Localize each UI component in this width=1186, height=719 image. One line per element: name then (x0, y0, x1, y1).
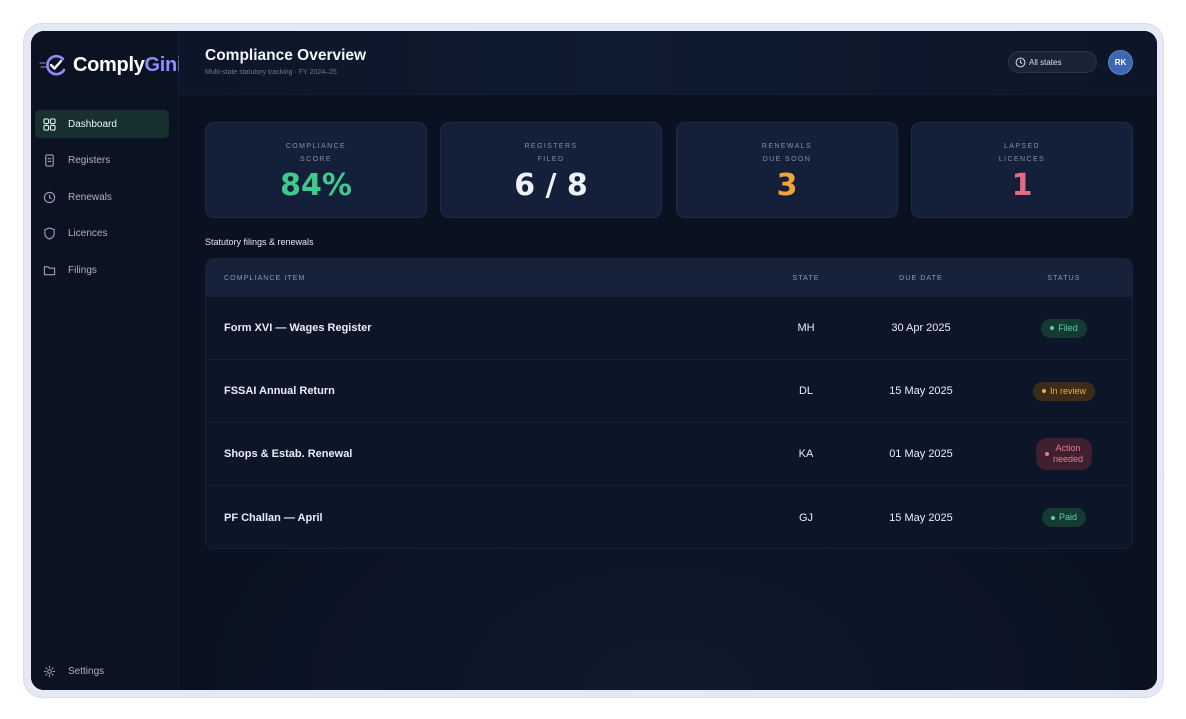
filings-table: COMPLIANCE ITEM STATE DUE DATE STATUS Fo… (205, 258, 1133, 549)
kpi-label: LAPSED LICENCES (998, 143, 1046, 163)
app-window: ComplyGini Dashboard Registers Renewals … (31, 31, 1157, 690)
status-badge: Paid (1041, 508, 1086, 527)
compliance-item: Form XVI — Wages Register (224, 322, 372, 334)
due-date: 15 May 2025 (889, 385, 953, 397)
kpi-value: 6 / 8 (514, 168, 588, 203)
section-title: Statutory filings & renewals (205, 237, 314, 247)
sidebar-item-settings[interactable]: Settings (43, 665, 104, 678)
sidebar-nav: Dashboard Registers Renewals Licences Fi… (35, 110, 169, 293)
status-badge: Action needed (1035, 438, 1093, 470)
avatar[interactable]: RK (1108, 50, 1133, 75)
table-row[interactable]: FSSAI Annual Return DL 15 May 2025 In re… (206, 360, 1132, 423)
column-header-state[interactable]: STATE (766, 275, 846, 282)
sidebar-item-label: Licences (68, 228, 108, 240)
compliance-item: Shops & Estab. Renewal (224, 448, 353, 460)
page-title: Compliance Overview (205, 47, 367, 64)
sidebar: ComplyGini Dashboard Registers Renewals … (31, 31, 183, 690)
kpi-value: 1 (1011, 168, 1033, 203)
table-row[interactable]: Shops & Estab. Renewal KA 01 May 2025 Ac… (206, 423, 1132, 486)
table-row[interactable]: Form XVI — Wages Register MH 30 Apr 2025… (206, 297, 1132, 360)
kpi-label: REGISTERS FILED (524, 143, 578, 163)
states-filter-label: All states (1029, 57, 1062, 67)
column-header-item[interactable]: COMPLIANCE ITEM (206, 275, 766, 282)
sidebar-item-filings[interactable]: Filings (35, 256, 169, 284)
settings-label: Settings (68, 666, 105, 677)
brand-name: ComplyGini (73, 53, 183, 76)
due-date: 01 May 2025 (889, 448, 953, 460)
kpi-value: 3 (776, 168, 798, 203)
table-row[interactable]: PF Challan — April GJ 15 May 2025 Paid (206, 486, 1132, 548)
sidebar-item-label: Registers (68, 155, 111, 167)
state-code: DL (798, 385, 814, 397)
kpi-card-lapsed-licences: LAPSED LICENCES 1 (911, 122, 1133, 218)
gear-icon (43, 665, 56, 678)
page-subtitle: Multi-state statutory tracking · FY 2024… (205, 69, 337, 76)
kpi-card-registers-filed: REGISTERS FILED 6 / 8 (440, 122, 662, 218)
sidebar-item-label: Dashboard (68, 118, 117, 130)
kpi-value: 84% (280, 168, 352, 203)
sidebar-item-renewals[interactable]: Renewals (35, 183, 169, 211)
states-filter-button[interactable]: All states (1008, 51, 1097, 73)
document-icon (45, 154, 54, 167)
clock-icon (43, 191, 56, 203)
kpi-label: RENEWALS DUE SOON (761, 143, 813, 163)
state-code: KA (798, 448, 814, 460)
kpi-card-compliance-score: COMPLIANCE SCORE 84% (205, 122, 427, 218)
kpi-card-renewals-due: RENEWALS DUE SOON 3 (676, 122, 898, 218)
sidebar-item-dashboard[interactable]: Dashboard (35, 110, 169, 138)
state-code: MH (797, 322, 815, 334)
compliance-item: PF Challan — April (224, 511, 323, 524)
sidebar-item-registers[interactable]: Registers (35, 147, 169, 175)
brand-logo[interactable]: ComplyGini (39, 52, 183, 78)
sidebar-item-label: Renewals (68, 191, 112, 203)
column-header-due-date[interactable]: DUE DATE (846, 275, 996, 282)
clock-icon (1015, 57, 1026, 67)
sidebar-item-licences[interactable]: Licences (35, 220, 169, 248)
folder-icon (43, 266, 56, 276)
header: Compliance Overview Multi-state statutor… (179, 31, 1157, 95)
sidebar-item-label: Filings (68, 264, 97, 276)
compliance-item: FSSAI Annual Return (224, 385, 335, 397)
shield-icon (44, 227, 55, 240)
logo-check-icon (39, 54, 66, 76)
grid-icon (43, 117, 56, 131)
kpi-label: COMPLIANCE SCORE (285, 143, 347, 163)
column-header-status[interactable]: STATUS (996, 275, 1132, 282)
state-code: GJ (798, 511, 814, 524)
main-content: Compliance Overview Multi-state statutor… (179, 31, 1157, 690)
table-header: COMPLIANCE ITEM STATE DUE DATE STATUS (206, 259, 1132, 297)
status-badge: Filed (1041, 318, 1087, 338)
due-date: 30 Apr 2025 (891, 322, 951, 334)
due-date: 15 May 2025 (889, 511, 953, 524)
status-badge: In review (1032, 381, 1095, 401)
